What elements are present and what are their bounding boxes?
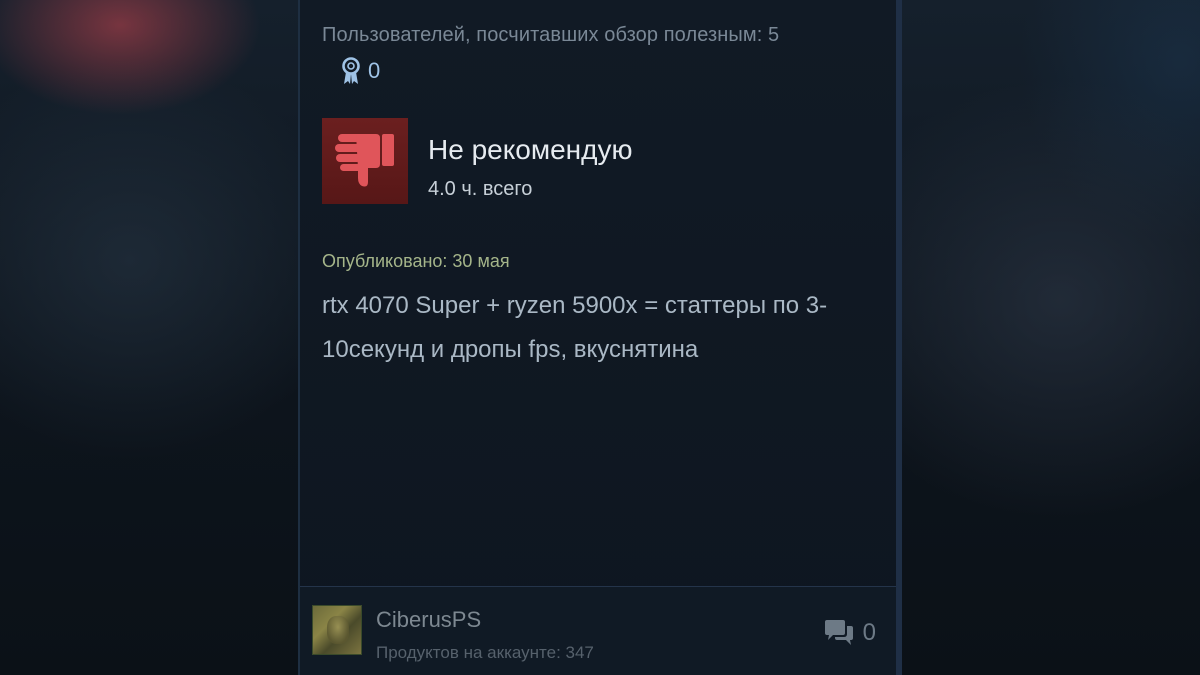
published-date: Опубликовано: 30 мая	[322, 251, 510, 271]
author-avatar[interactable]	[312, 605, 362, 655]
review-card-body: Пользователей, посчитавших обзор полезны…	[300, 0, 896, 675]
comments-count: 0	[862, 619, 876, 646]
helpful-count-text: Пользователей, посчитавших обзор полезны…	[322, 24, 780, 46]
review-card: Пользователей, посчитавших обзор полезны…	[298, 0, 902, 675]
award-ribbon-icon	[340, 56, 362, 86]
author-name[interactable]: CiberusPS	[376, 607, 481, 633]
review-footer: CiberusPS Продуктов на аккаунте: 347 0	[300, 587, 896, 675]
award-count: 0	[368, 58, 381, 83]
comments-button[interactable]: 0	[823, 619, 876, 647]
playtime-hours: 4.0 ч. всего	[428, 178, 533, 200]
award-button[interactable]: 0	[340, 56, 380, 86]
review-content: rtx 4070 Super + ryzen 5900x = статтеры …	[322, 292, 828, 363]
author-products-count: Продуктов на аккаунте: 347	[376, 643, 594, 662]
verdict-title: Не рекомендую	[428, 134, 633, 165]
comment-bubbles-icon	[823, 619, 855, 647]
thumbs-down-icon	[330, 124, 400, 199]
verdict-icon-box[interactable]	[322, 118, 408, 204]
